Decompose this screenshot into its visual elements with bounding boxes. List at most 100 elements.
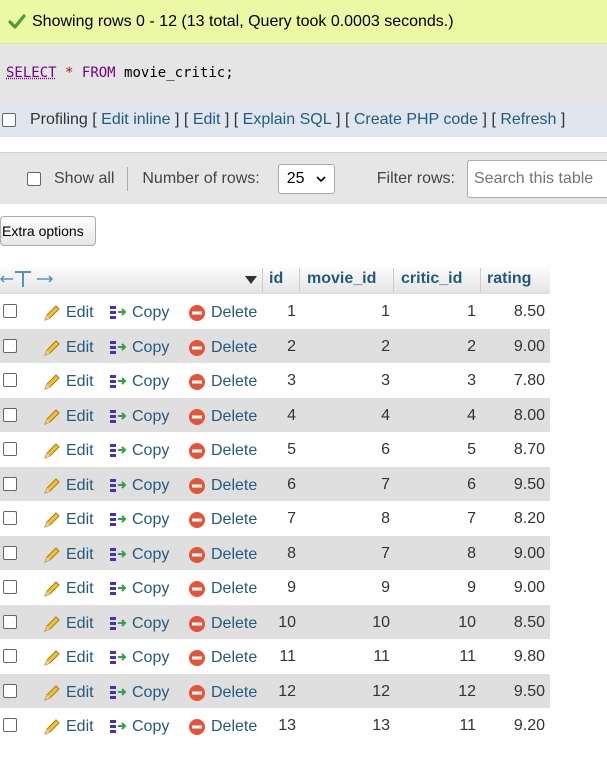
table-row[interactable]: Edit Copy Delete 4 4 4 8.00 [0, 397, 550, 432]
edit-row-button[interactable]: Edit [42, 407, 94, 427]
pencil-icon [44, 512, 60, 528]
edit-row-button[interactable]: Edit [42, 683, 94, 703]
delete-row-button[interactable]: Delete [187, 614, 257, 634]
copy-row-button[interactable]: Copy [108, 441, 169, 461]
column-header-rating[interactable]: rating [487, 270, 531, 288]
delete-row-button[interactable]: Delete [187, 407, 257, 427]
copy-row-button[interactable]: Copy [108, 545, 169, 565]
cell-movie-id: 12 [372, 682, 390, 700]
filter-rows-search-input[interactable] [467, 159, 607, 198]
delete-row-button[interactable]: Delete [187, 648, 257, 668]
row-checkbox[interactable] [3, 373, 17, 387]
extra-options-button[interactable]: Extra options [0, 216, 96, 246]
cell-movie-id: 11 [373, 648, 390, 665]
table-row[interactable]: Edit Copy Delete 9 9 9 9.00 [0, 570, 550, 605]
table-row[interactable]: Edit Copy Delete 6 7 6 9.50 [0, 466, 550, 501]
copy-row-button[interactable]: Copy [108, 338, 169, 358]
copy-row-button[interactable]: Copy [108, 510, 169, 530]
delete-row-button[interactable]: Delete [187, 303, 257, 323]
sql-query-box[interactable]: SELECT * FROM movie_critic; [0, 44, 607, 102]
explain-sql-link[interactable]: Explain SQL [243, 111, 332, 129]
delete-row-button[interactable]: Delete [187, 338, 257, 358]
column-header-id[interactable]: id [269, 270, 283, 288]
edit-row-button[interactable]: Edit [42, 545, 94, 565]
row-checkbox[interactable] [3, 442, 17, 456]
table-row[interactable]: Edit Copy Delete 5 6 5 8.70 [0, 432, 550, 467]
table-row[interactable]: Edit Copy Delete 11 11 11 9.80 [0, 639, 550, 674]
row-checkbox[interactable] [3, 580, 17, 594]
row-checkbox[interactable] [3, 718, 17, 732]
table-row[interactable]: Edit Copy Delete 10 10 10 8.50 [0, 604, 550, 639]
show-all-checkbox[interactable] [27, 171, 41, 186]
delete-row-button[interactable]: Delete [187, 683, 257, 703]
table-row[interactable]: Edit Copy Delete 8 7 8 9.00 [0, 535, 550, 570]
column-header-movie-id[interactable]: movie_id [307, 270, 376, 288]
edit-row-button[interactable]: Edit [42, 338, 94, 358]
edit-row-button[interactable]: Edit [42, 303, 94, 323]
copy-row-button[interactable]: Copy [108, 614, 169, 634]
sort-down-icon[interactable] [245, 276, 257, 284]
table-row[interactable]: Edit Copy Delete 7 8 7 8.20 [0, 501, 550, 536]
delete-row-button[interactable]: Delete [187, 579, 257, 599]
edit-inline-link[interactable]: Edit inline [101, 111, 170, 129]
cell-rating: 7.80 [513, 372, 545, 389]
row-checkbox[interactable] [3, 511, 17, 525]
edit-row-button[interactable]: Edit [42, 614, 94, 634]
column-header-critic-id[interactable]: critic_id [401, 270, 462, 288]
cell-id: 11 [279, 648, 296, 665]
number-of-rows-select[interactable]: 25 [277, 163, 335, 194]
edit-label: Edit [66, 511, 94, 528]
copy-row-button[interactable]: Copy [108, 683, 169, 703]
column-resize-arrows-icon[interactable] [0, 270, 56, 288]
cell-rating: 8.50 [513, 613, 545, 631]
table-row[interactable]: Edit Copy Delete 12 12 12 9.50 [0, 673, 550, 708]
cell-id: 5 [287, 441, 296, 458]
delete-label: Delete [211, 373, 258, 390]
row-checkbox[interactable] [3, 338, 17, 353]
row-checkbox[interactable] [3, 304, 17, 318]
copy-row-button[interactable]: Copy [108, 579, 169, 599]
row-checkbox[interactable] [3, 476, 17, 491]
table-row[interactable]: Edit Copy Delete 2 2 2 9.00 [0, 328, 550, 363]
delete-row-button[interactable]: Delete [187, 717, 257, 737]
edit-row-button[interactable]: Edit [42, 579, 94, 599]
profiling-checkbox[interactable] [2, 112, 16, 127]
copy-row-button[interactable]: Copy [108, 372, 169, 392]
delete-row-button[interactable]: Delete [187, 441, 257, 461]
edit-row-button[interactable]: Edit [42, 510, 94, 530]
cell-rating: 9.80 [513, 648, 545, 665]
delete-row-button[interactable]: Delete [187, 372, 257, 392]
table-row[interactable]: Edit Copy Delete 13 13 11 9.20 [0, 708, 550, 743]
copy-row-button[interactable]: Copy [108, 648, 169, 668]
copy-row-button[interactable]: Copy [108, 717, 169, 737]
edit-row-button[interactable]: Edit [42, 717, 94, 737]
row-checkbox[interactable] [3, 614, 17, 629]
create-php-code-link[interactable]: Create PHP code [354, 111, 478, 129]
edit-link[interactable]: Edit [193, 111, 221, 129]
column-divider [480, 268, 481, 292]
filter-rows-label: Filter rows: [376, 169, 455, 187]
table-body: Edit Copy Delete 1 1 1 8.50 Edit Copy Delete 2 2 2 9.… [0, 294, 550, 743]
row-checkbox[interactable] [3, 683, 17, 698]
edit-row-button[interactable]: Edit [42, 441, 94, 461]
copy-row-button[interactable]: Copy [108, 476, 169, 496]
show-all-toggle[interactable]: Show all [27, 170, 114, 188]
copy-row-button[interactable]: Copy [108, 303, 169, 323]
edit-row-button[interactable]: Edit [42, 648, 94, 668]
refresh-link[interactable]: Refresh [500, 111, 556, 129]
row-checkbox[interactable] [3, 407, 17, 422]
copy-icon [110, 409, 127, 423]
delete-row-button[interactable]: Delete [187, 510, 257, 530]
copy-row-button[interactable]: Copy [108, 407, 169, 427]
table-row[interactable]: Edit Copy Delete 3 3 3 7.80 [0, 363, 550, 398]
table-row[interactable]: Edit Copy Delete 1 1 1 8.50 [0, 294, 550, 329]
delete-row-button[interactable]: Delete [187, 476, 257, 496]
edit-row-button[interactable]: Edit [42, 476, 94, 496]
edit-row-button[interactable]: Edit [42, 372, 94, 392]
row-checkbox[interactable] [3, 649, 17, 663]
edit-label: Edit [66, 338, 94, 356]
cell-critic-id: 9 [467, 579, 476, 596]
copy-label: Copy [132, 442, 170, 459]
row-checkbox[interactable] [3, 545, 17, 560]
delete-row-button[interactable]: Delete [187, 545, 257, 565]
